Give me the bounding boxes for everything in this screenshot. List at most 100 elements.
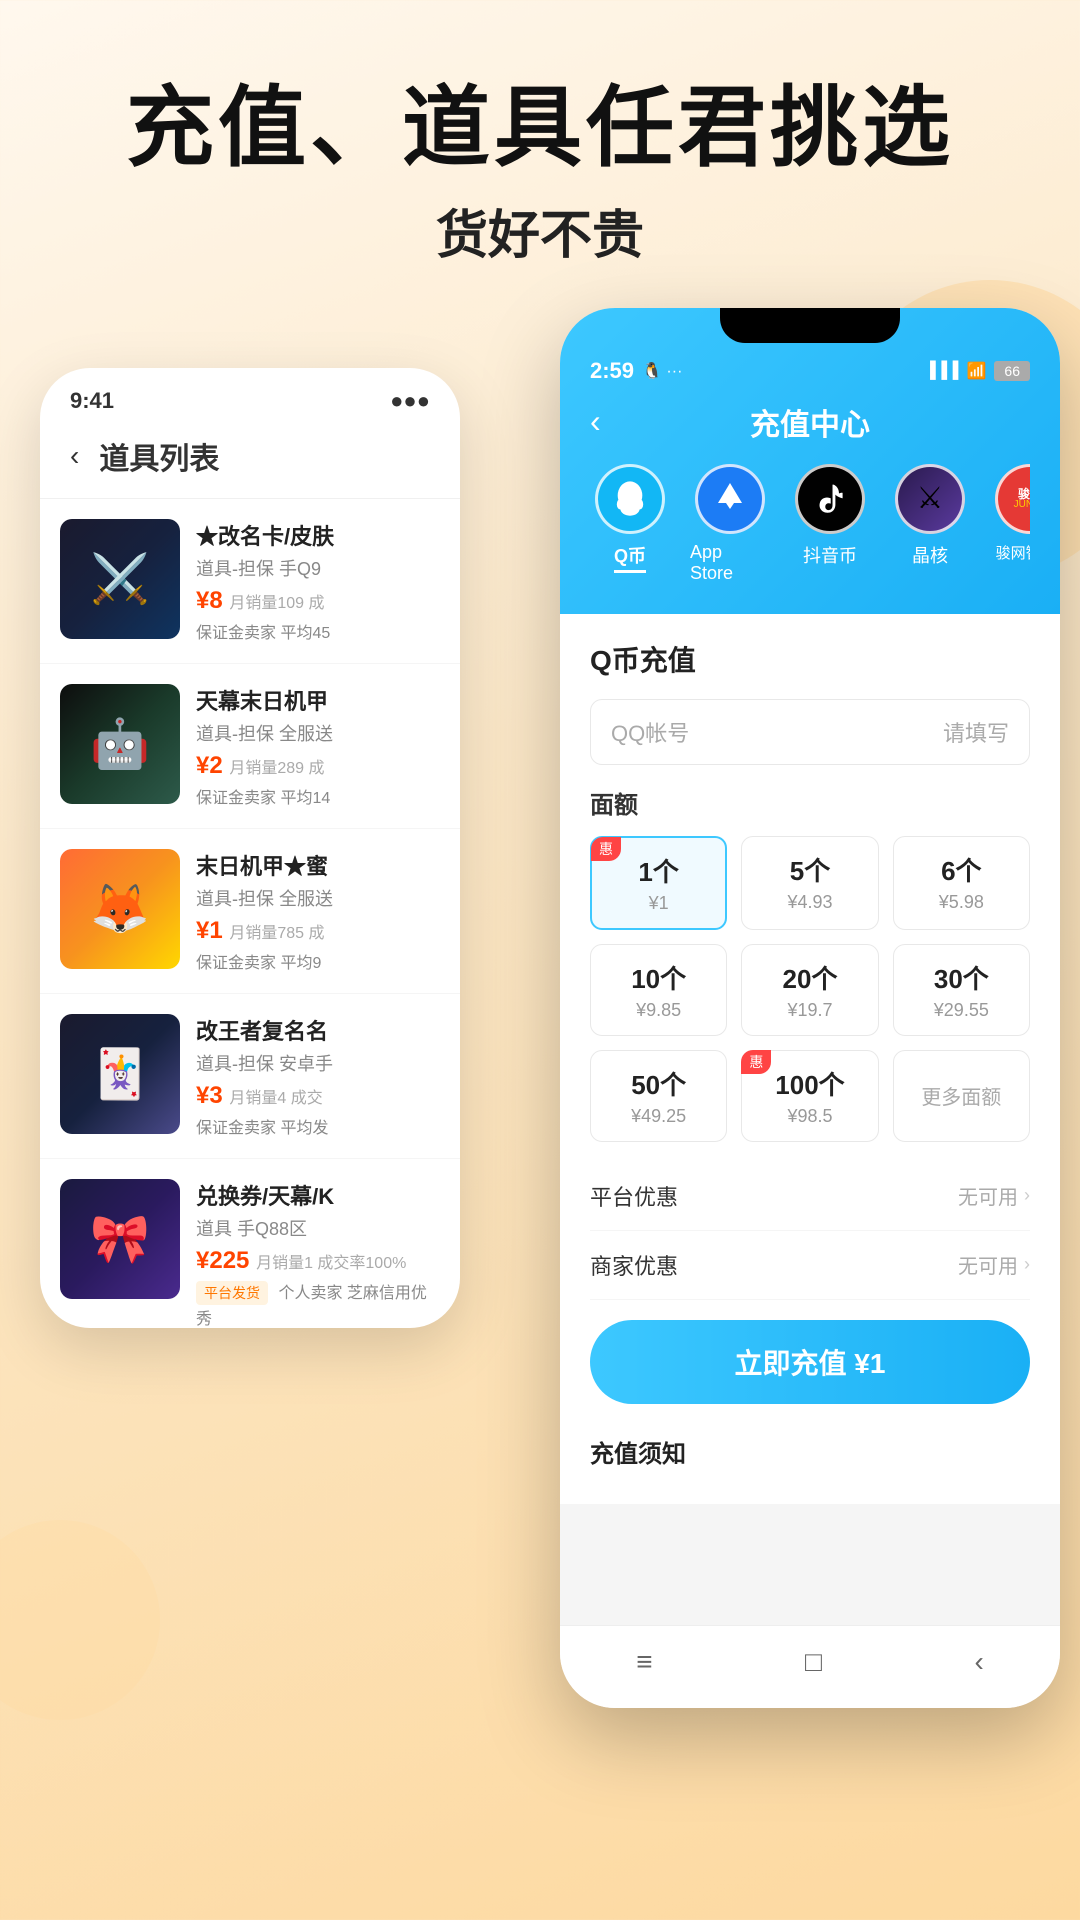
service-label-junka: 骏网智充+ — [996, 542, 1030, 563]
product-image-4 — [60, 1014, 180, 1134]
recharge-section-title: Q币充值 — [590, 639, 1030, 679]
product-info-2: 天幕末日机甲 道具-担保 全服送 ¥2 月销量289 成 保证金卖家 平均14 — [196, 684, 440, 808]
nav-menu-icon[interactable]: ≡ — [636, 1646, 652, 1678]
service-icon-junka[interactable]: 骏卡 JUNKA 骏网智充+ — [990, 464, 1030, 584]
denom-main-4: 10个 — [601, 959, 716, 996]
product-image-3 — [60, 849, 180, 969]
product-info-4: 改王者复名名 道具-担保 安卓手 ¥3 月销量4 成交 保证金卖家 平均发 — [196, 1014, 440, 1138]
denom-cell-6[interactable]: 30个 ¥29.55 — [893, 944, 1030, 1036]
right-phone-header: 2:59 🐧 ··· ▐▐▐ 📶 66 ‹ 充值中心 — [560, 308, 1060, 614]
merchant-discount-row[interactable]: 商家优惠 无可用 › — [590, 1231, 1030, 1300]
header-title: 充值、道具任君挑选 — [0, 80, 1080, 177]
nav-back-icon[interactable]: ‹ — [974, 1646, 983, 1678]
denom-cell-7[interactable]: 50个 ¥49.25 — [590, 1050, 727, 1142]
product-desc-1: 道具-担保 手Q9 — [196, 555, 440, 581]
bottom-navbar: ≡ □ ‹ — [560, 1625, 1060, 1708]
merchant-discount-label: 商家优惠 — [590, 1249, 678, 1281]
service-icon-douyin[interactable]: 抖音币 — [790, 464, 870, 584]
header-section: 充值、道具任君挑选 货好不贵 — [0, 0, 1080, 308]
denom-cell-5[interactable]: 20个 ¥19.7 — [741, 944, 878, 1036]
denom-cell-1[interactable]: 1个 ¥1 — [590, 836, 727, 930]
service-icon-jinhe[interactable]: ⚔ 晶核 — [890, 464, 970, 584]
product-desc-4: 道具-担保 安卓手 — [196, 1050, 440, 1076]
account-label: QQ帐号 — [611, 716, 689, 748]
denom-cell-more[interactable]: 更多面额 — [893, 1050, 1030, 1142]
phones-container: 9:41 ●●● ‹ 道具列表 ★改名卡/皮肤 道具-担保 手Q9 ¥8 月销量… — [0, 308, 1080, 1758]
product-info-5: 兑换券/天幕/K 道具 手Q88区 ¥225 月销量1 成交率100% 平台发货… — [196, 1179, 440, 1328]
product-item-1[interactable]: ★改名卡/皮肤 道具-担保 手Q9 ¥8 月销量109 成 保证金卖家 平均45 — [40, 499, 460, 664]
product-desc-2: 道具-担保 全服送 — [196, 720, 440, 746]
denom-sub-2: ¥4.93 — [752, 892, 867, 913]
platform-badge: 平台发货 — [196, 1281, 268, 1305]
product-seller-5: 平台发货 个人卖家 芝麻信用优秀 — [196, 1279, 440, 1328]
douyin-icon-circle — [795, 464, 865, 534]
product-img-5 — [60, 1179, 180, 1299]
platform-discount-row[interactable]: 平台优惠 无可用 › — [590, 1162, 1030, 1231]
left-page-title: 道具列表 — [99, 434, 219, 478]
product-seller-1: 保证金卖家 平均45 — [196, 619, 440, 643]
denom-cell-3[interactable]: 6个 ¥5.98 — [893, 836, 1030, 930]
service-label-appstore: App Store — [690, 542, 770, 584]
product-price-5: ¥225 月销量1 成交率100% — [196, 1247, 440, 1275]
product-img-1 — [60, 519, 180, 639]
left-back-btn[interactable]: ‹ — [70, 440, 79, 472]
denomination-grid: 1个 ¥1 5个 ¥4.93 6个 ¥5.98 10个 ¥9.85 — [590, 836, 1030, 1142]
account-placeholder: 请填写 — [943, 716, 1009, 748]
product-image-2 — [60, 684, 180, 804]
product-price-1: ¥8 月销量109 成 — [196, 587, 440, 615]
platform-discount-label: 平台优惠 — [590, 1180, 678, 1212]
notice-section: 充值须知 — [590, 1424, 1030, 1479]
denom-cell-2[interactable]: 5个 ¥4.93 — [741, 836, 878, 930]
product-img-3 — [60, 849, 180, 969]
product-price-4: ¥3 月销量4 成交 — [196, 1082, 440, 1110]
denom-sub-1: ¥1 — [602, 893, 715, 914]
jinhe-icon-circle: ⚔ — [895, 464, 965, 534]
account-input-row[interactable]: QQ帐号 请填写 — [590, 699, 1030, 765]
denom-sub-3: ¥5.98 — [904, 892, 1019, 913]
service-icon-qbi[interactable]: Q币 — [590, 464, 670, 584]
right-page-title: 充值中心 — [750, 400, 870, 444]
product-info-3: 末日机甲★蜜 道具-担保 全服送 ¥1 月销量785 成 保证金卖家 平均9 — [196, 849, 440, 973]
product-item-5[interactable]: 兑换券/天幕/K 道具 手Q88区 ¥225 月销量1 成交率100% 平台发货… — [40, 1159, 460, 1328]
service-icons-row: Q币 App Store — [590, 464, 1030, 594]
phone-right: 2:59 🐧 ··· ▐▐▐ 📶 66 ‹ 充值中心 — [560, 308, 1060, 1708]
product-name-4: 改王者复名名 — [196, 1014, 440, 1046]
merchant-discount-value: 无可用 › — [958, 1250, 1030, 1279]
product-image-1 — [60, 519, 180, 639]
product-item-4[interactable]: 改王者复名名 道具-担保 安卓手 ¥3 月销量4 成交 保证金卖家 平均发 — [40, 994, 460, 1159]
product-item-2[interactable]: 天幕末日机甲 道具-担保 全服送 ¥2 月销量289 成 保证金卖家 平均14 — [40, 664, 460, 829]
product-image-5 — [60, 1179, 180, 1299]
phone-left: 9:41 ●●● ‹ 道具列表 ★改名卡/皮肤 道具-担保 手Q9 ¥8 月销量… — [40, 368, 460, 1328]
appstore-icon-circle — [695, 464, 765, 534]
product-name-5: 兑换券/天幕/K — [196, 1179, 440, 1211]
denom-main-3: 6个 — [904, 851, 1019, 888]
denom-main-6: 30个 — [904, 959, 1019, 996]
product-name-1: ★改名卡/皮肤 — [196, 519, 440, 551]
right-back-btn[interactable]: ‹ — [590, 403, 601, 440]
denom-cell-8[interactable]: 100个 ¥98.5 — [741, 1050, 878, 1142]
service-label-douyin: 抖音币 — [803, 542, 857, 568]
denom-main-7: 50个 — [601, 1065, 716, 1102]
product-img-4 — [60, 1014, 180, 1134]
service-label-jinhe: 晶核 — [912, 542, 948, 568]
denom-sub-6: ¥29.55 — [904, 1000, 1019, 1021]
right-content: Q币充值 QQ帐号 请填写 面额 1个 ¥1 5个 ¥4.93 — [560, 614, 1060, 1504]
denom-cell-4[interactable]: 10个 ¥9.85 — [590, 944, 727, 1036]
right-statusbar: 2:59 🐧 ··· ▐▐▐ 📶 66 — [590, 358, 1030, 384]
battery-icon: 66 — [994, 361, 1030, 381]
product-item-3[interactable]: 末日机甲★蜜 道具-担保 全服送 ¥1 月销量785 成 保证金卖家 平均9 — [40, 829, 460, 994]
product-img-2 — [60, 684, 180, 804]
denom-sub-5: ¥19.7 — [752, 1000, 867, 1021]
denomination-title: 面额 — [590, 785, 1030, 820]
left-header: ‹ 道具列表 — [40, 424, 460, 499]
denom-main-2: 5个 — [752, 851, 867, 888]
right-status-icons: ▐▐▐ 📶 66 — [924, 361, 1030, 381]
header-subtitle: 货好不贵 — [0, 193, 1080, 268]
nav-home-icon[interactable]: □ — [805, 1646, 822, 1678]
platform-discount-value: 无可用 › — [958, 1181, 1030, 1210]
product-seller-3: 保证金卖家 平均9 — [196, 949, 440, 973]
service-icon-appstore[interactable]: App Store — [690, 464, 770, 584]
recharge-button[interactable]: 立即充值 ¥1 — [590, 1320, 1030, 1404]
product-info-1: ★改名卡/皮肤 道具-担保 手Q9 ¥8 月销量109 成 保证金卖家 平均45 — [196, 519, 440, 643]
product-desc-3: 道具-担保 全服送 — [196, 885, 440, 911]
